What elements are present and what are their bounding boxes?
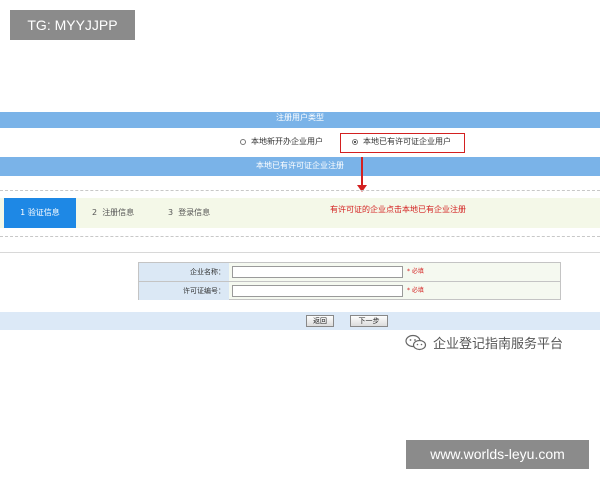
radio-new-enterprise[interactable]: 本地新开办企业用户	[240, 136, 323, 147]
step-label: 验证信息	[27, 208, 60, 217]
step-label: 注册信息	[102, 208, 135, 217]
step-number: 1	[20, 208, 26, 217]
back-button[interactable]: 返回	[306, 315, 334, 327]
annotation-text: 有许可证的企业点击本地已有企业注册	[330, 205, 466, 214]
divider	[0, 252, 600, 253]
registration-header: 本地已有许可证企业注册	[0, 157, 600, 176]
step-number: 3	[168, 208, 174, 217]
form-row-company: 企业名称： * 必填	[139, 263, 560, 282]
brand-text: 企业登记指南服务平台	[433, 337, 564, 352]
required-mark: * 必填	[407, 287, 424, 294]
step-number: 2	[92, 208, 98, 217]
highlight-box	[340, 133, 465, 153]
watermark-bottom: www.worlds-leyu.com	[406, 440, 589, 469]
annotation-arrow-line	[361, 157, 363, 187]
user-type-header: 注册用户类型	[0, 112, 600, 128]
step-label: 登录信息	[178, 208, 211, 217]
user-type-title: 注册用户类型	[276, 113, 324, 122]
button-bar: 返回 下一步	[0, 312, 600, 330]
company-name-input[interactable]	[232, 266, 403, 278]
company-name-label: 企业名称：	[139, 263, 229, 281]
step-login[interactable]: 3 登录信息	[168, 198, 210, 228]
next-button[interactable]: 下一步	[350, 315, 388, 327]
step-register[interactable]: 2 注册信息	[92, 198, 134, 228]
verify-form: 企业名称： * 必填 许可证编号： * 必填	[138, 262, 561, 300]
required-mark: * 必填	[407, 268, 424, 275]
step-verify[interactable]: 1 验证信息	[4, 198, 76, 228]
registration-title: 本地已有许可证企业注册	[256, 161, 344, 170]
wechat-icon	[405, 334, 427, 350]
step-indicator: 1 验证信息 2 注册信息 3 登录信息	[0, 198, 600, 228]
radio-new-enterprise-label: 本地新开办企业用户	[251, 137, 323, 146]
license-number-input[interactable]	[232, 285, 403, 297]
divider	[0, 236, 600, 237]
user-type-radio-group: 本地新开办企业用户 本地已有许可证企业用户	[0, 130, 600, 156]
license-number-label: 许可证编号：	[139, 282, 229, 300]
watermark-top: TG: MYYJJPP	[10, 10, 135, 40]
radio-unchecked-icon[interactable]	[240, 138, 246, 145]
brand-watermark: 企业登记指南服务平台	[405, 333, 563, 352]
divider	[0, 190, 600, 191]
form-row-license: 许可证编号： * 必填	[139, 282, 560, 300]
